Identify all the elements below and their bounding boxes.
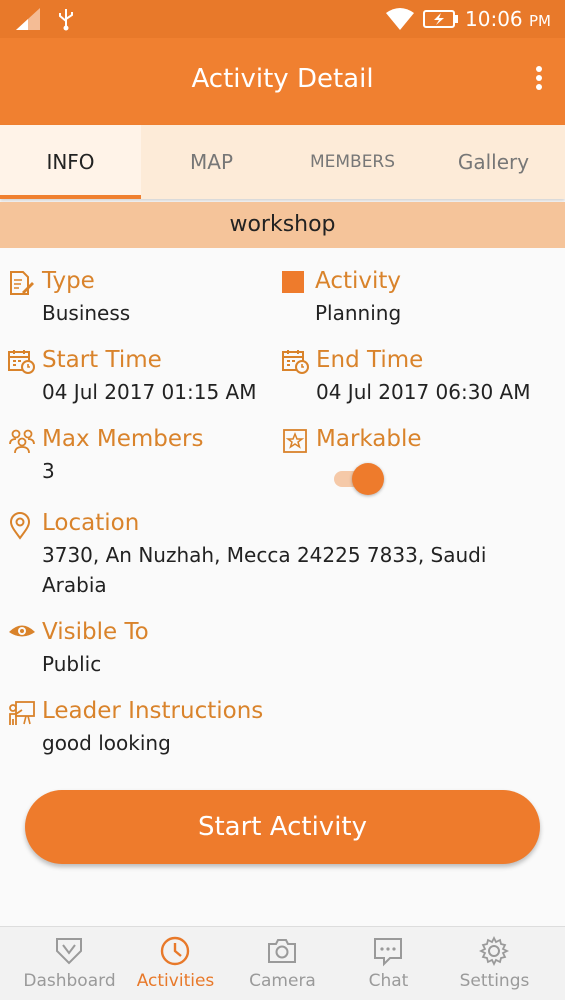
nav-camera-label: Camera [249,971,316,991]
field-start-time-label: Start Time [42,347,162,373]
start-activity-button[interactable]: Start Activity [25,790,540,864]
page-title: Activity Detail [191,64,374,94]
nav-activities-label: Activities [136,971,215,991]
field-start-time-value: 04 Jul 2017 01:15 AM [42,380,257,404]
nav-activities[interactable]: Activities [119,927,232,1000]
field-end-time-value: 04 Jul 2017 06:30 AM [316,380,531,404]
field-type-label: Type [42,268,95,294]
star-box-icon [283,429,307,453]
calendar-clock-icon [8,350,35,374]
activity-name: workshop [0,202,565,248]
field-max-members-value: 3 [42,459,55,483]
field-max-members-label: Max Members [42,426,204,452]
gear-icon [478,935,510,967]
clock-time: 10:06 [465,7,523,31]
presentation-board-icon [9,701,35,725]
field-markable-label: Markable [316,426,422,452]
field-activity-label: Activity [315,268,402,294]
nav-camera[interactable]: Camera [226,927,339,1000]
status-clock: 10:06 PM [465,7,551,31]
markable-toggle[interactable] [334,462,386,496]
signal-icon [16,8,40,30]
field-visible-to-label: Visible To [42,619,149,645]
dashboard-icon [56,938,82,965]
group-icon [9,429,35,454]
field-type-value: Business [42,301,131,325]
nav-settings[interactable]: Settings [438,927,551,1000]
toggle-knob [352,463,384,495]
field-leader-instructions-label: Leader Instructions [42,698,264,724]
bottom-nav: Dashboard Activities Camera Chat Setting… [0,926,565,1000]
tab-map[interactable]: MAP [141,125,282,199]
app-bar: Activity Detail [0,38,565,125]
field-visible-to-value: Public [42,652,102,676]
tab-info[interactable]: INFO [0,125,141,199]
battery-charging-icon [423,10,458,28]
field-location-value: 3730, An Nuzhah, Mecca 24225 7833, Saudi… [42,543,487,597]
tab-members[interactable]: MEMBERS [282,125,423,199]
field-location-label: Location [42,510,140,536]
calendar-clock-icon [282,350,309,374]
clock-ampm: PM [529,12,551,30]
field-activity-value: Planning [315,301,402,325]
nav-chat-label: Chat [368,971,409,991]
square-icon [282,271,304,293]
tab-gallery[interactable]: Gallery [423,125,564,199]
field-end-time-label: End Time [316,347,424,373]
nav-settings-label: Settings [459,971,530,991]
wifi-icon [386,8,414,30]
clock-icon [160,936,190,966]
document-edit-icon [10,271,34,295]
chat-icon [374,938,402,967]
tab-bar: INFO MAP MEMBERS Gallery [0,125,565,199]
nav-dashboard[interactable]: Dashboard [13,927,126,1000]
eye-icon [9,625,35,637]
nav-dashboard-label: Dashboard [23,971,116,991]
usb-icon [59,9,73,31]
map-pin-icon [9,512,31,540]
overflow-menu-icon[interactable] [533,66,545,96]
status-bar: 10:06 PM [0,0,565,38]
field-leader-instructions-value: good looking [42,731,171,755]
camera-icon [268,939,296,963]
nav-chat[interactable]: Chat [332,927,445,1000]
